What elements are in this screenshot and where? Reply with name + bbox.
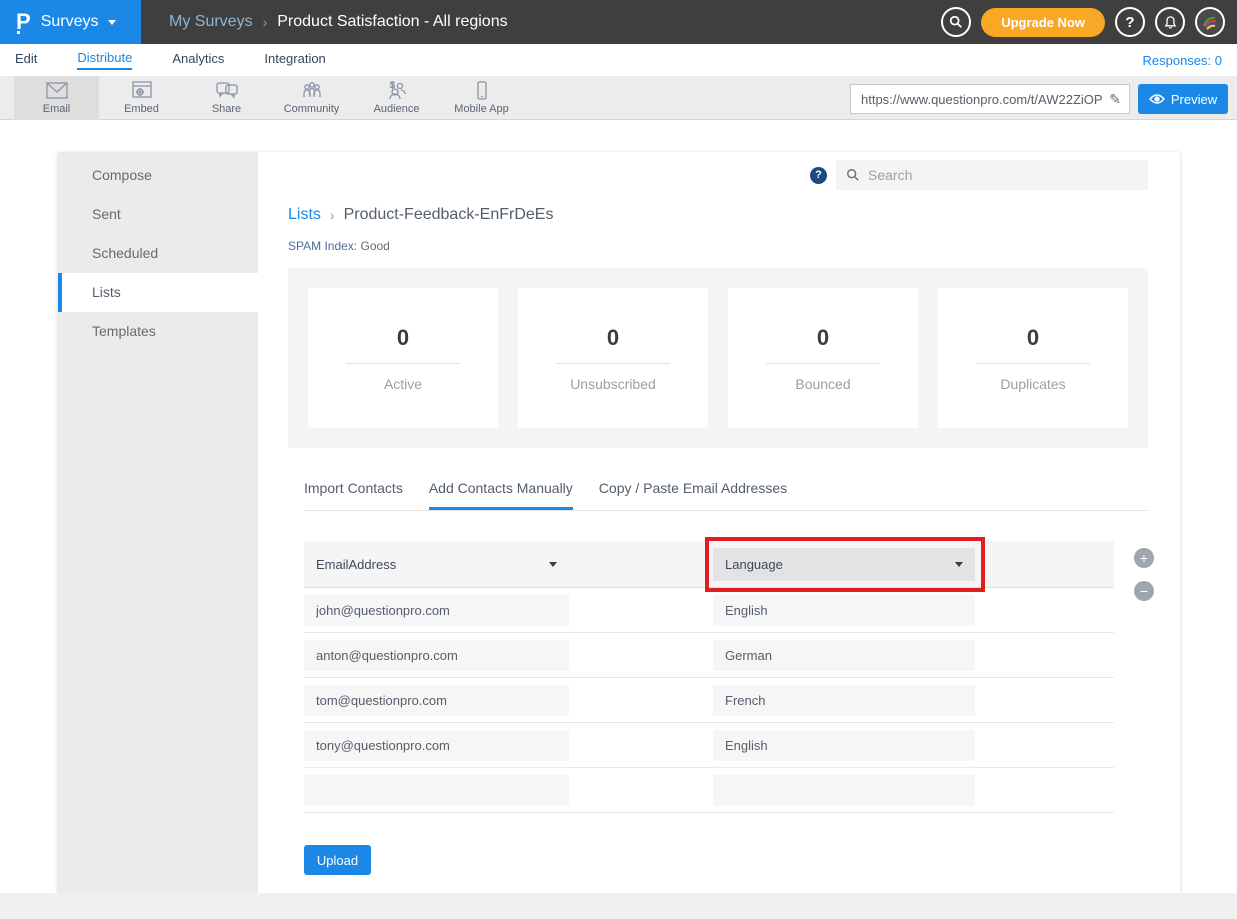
tab-add-contacts-manually[interactable]: Add Contacts Manually (429, 480, 573, 510)
user-avatar[interactable] (1195, 7, 1225, 37)
breadcrumb: My Surveys › Product Satisfaction - All … (169, 13, 508, 31)
search-row: ? (288, 160, 1148, 190)
language-input[interactable] (713, 640, 975, 671)
sidebar-item-lists[interactable]: Lists (58, 273, 258, 312)
language-input[interactable] (713, 730, 975, 761)
list-breadcrumb: Lists › Product-Feedback-EnFrDeEs (288, 206, 1148, 224)
lists-content: ? Lists › Product-Feedback-EnFrDeEs SPAM… (258, 152, 1180, 893)
language-input[interactable] (713, 775, 975, 806)
smartphone-icon (469, 80, 495, 102)
toolbar-item-share[interactable]: Share (184, 76, 269, 120)
language-column-dropdown[interactable]: Language (713, 548, 975, 581)
chevron-down-icon (549, 562, 557, 567)
remove-row-button[interactable]: − (1134, 581, 1154, 601)
list-stats: 0 Active 0 Unsubscribed 0 Bounced 0 Dupl… (288, 268, 1148, 448)
list-search-box (836, 160, 1148, 190)
language-input[interactable] (713, 685, 975, 716)
breadcrumb-lists-link[interactable]: Lists (288, 206, 321, 224)
email-lists-panel: Compose Sent Scheduled Lists Templates ?… (58, 152, 1180, 893)
contacts-tabs: Import Contacts Add Contacts Manually Co… (304, 480, 1148, 511)
eye-icon (1149, 93, 1165, 105)
language-input[interactable] (713, 595, 975, 626)
email-input[interactable] (304, 640, 569, 671)
toolbar-item-mobile-app[interactable]: Mobile App (439, 76, 524, 120)
avatar-rainbow-icon (1200, 12, 1220, 32)
table-row (304, 678, 1114, 723)
tab-analytics[interactable]: Analytics (172, 51, 224, 69)
email-input[interactable] (304, 730, 569, 761)
help-icon[interactable]: ? (810, 167, 827, 184)
email-column-dropdown[interactable]: EmailAddress (304, 548, 569, 581)
upload-button[interactable]: Upload (304, 845, 371, 875)
tab-copy-paste-email-addresses[interactable]: Copy / Paste Email Addresses (599, 480, 787, 510)
survey-url-input[interactable] (851, 92, 1109, 107)
breadcrumb-separator: › (263, 14, 268, 30)
search-icon (949, 15, 963, 29)
toolbar-item-embed[interactable]: Embed (99, 76, 184, 120)
sidebar-item-scheduled[interactable]: Scheduled (58, 234, 258, 273)
survey-title: Product Satisfaction - All regions (277, 13, 507, 31)
bell-icon (1163, 15, 1178, 30)
tab-edit[interactable]: Edit (15, 51, 37, 69)
survey-url-field (850, 84, 1130, 114)
upgrade-now-button[interactable]: Upgrade Now (981, 8, 1105, 37)
top-header: P Surveys My Surveys › Product Satisfact… (0, 0, 1237, 44)
search-icon (846, 168, 860, 182)
people-group-icon (299, 80, 325, 102)
chevron-down-icon (955, 562, 963, 567)
stat-card-active: 0 Active (308, 288, 498, 428)
preview-button[interactable]: Preview (1138, 84, 1228, 114)
envelope-icon (44, 80, 70, 102)
email-sidebar: Compose Sent Scheduled Lists Templates (58, 152, 258, 893)
stat-card-duplicates: 0 Duplicates (938, 288, 1128, 428)
sidebar-item-templates[interactable]: Templates (58, 312, 258, 351)
responses-count[interactable]: Responses: 0 (1143, 53, 1223, 68)
toolbar-item-email[interactable]: Email (14, 76, 99, 120)
toolbar-item-community[interactable]: Community (269, 76, 354, 120)
questionpro-logo: P (16, 11, 31, 33)
survey-nav: Edit Distribute Analytics Integration Re… (0, 44, 1237, 76)
chevron-down-icon (108, 20, 116, 25)
product-name: Surveys (41, 13, 99, 31)
contacts-table-header: EmailAddress Language (304, 541, 1114, 588)
sidebar-item-sent[interactable]: Sent (58, 195, 258, 234)
contacts-table-wrap: EmailAddress Language (288, 541, 1148, 813)
email-input[interactable] (304, 595, 569, 626)
spam-index: SPAM Index: Good (288, 239, 1148, 253)
breadcrumb-separator: › (330, 207, 335, 223)
notifications-button[interactable] (1155, 7, 1185, 37)
header-actions: Upgrade Now ? (941, 7, 1237, 37)
toolbar-item-audience[interactable]: $ Audience (354, 76, 439, 120)
tab-import-contacts[interactable]: Import Contacts (304, 480, 403, 510)
search-input[interactable] (868, 167, 1138, 183)
email-input[interactable] (304, 685, 569, 716)
table-row (304, 723, 1114, 768)
tab-integration[interactable]: Integration (264, 51, 325, 69)
edit-url-pencil-icon[interactable] (1109, 91, 1129, 108)
table-row (304, 768, 1114, 813)
surveys-product-menu[interactable]: P Surveys (0, 0, 141, 44)
stat-card-bounced: 0 Bounced (728, 288, 918, 428)
help-button[interactable]: ? (1115, 7, 1145, 37)
contacts-table: EmailAddress Language (304, 541, 1114, 813)
table-row (304, 633, 1114, 678)
chat-bubbles-icon (214, 80, 240, 102)
tab-distribute[interactable]: Distribute (77, 50, 132, 70)
question-mark-icon: ? (1125, 14, 1134, 31)
email-input[interactable] (304, 775, 569, 806)
list-name: Product-Feedback-EnFrDeEs (344, 206, 554, 224)
table-row (304, 588, 1114, 633)
page-footer-strip (0, 893, 1237, 919)
sidebar-item-compose[interactable]: Compose (58, 156, 258, 195)
dollar-people-icon: $ (384, 80, 410, 102)
stat-card-unsubscribed: 0 Unsubscribed (518, 288, 708, 428)
browser-gear-icon (129, 80, 155, 102)
add-row-button[interactable]: + (1134, 548, 1154, 568)
search-button[interactable] (941, 7, 971, 37)
breadcrumb-my-surveys[interactable]: My Surveys (169, 13, 253, 31)
